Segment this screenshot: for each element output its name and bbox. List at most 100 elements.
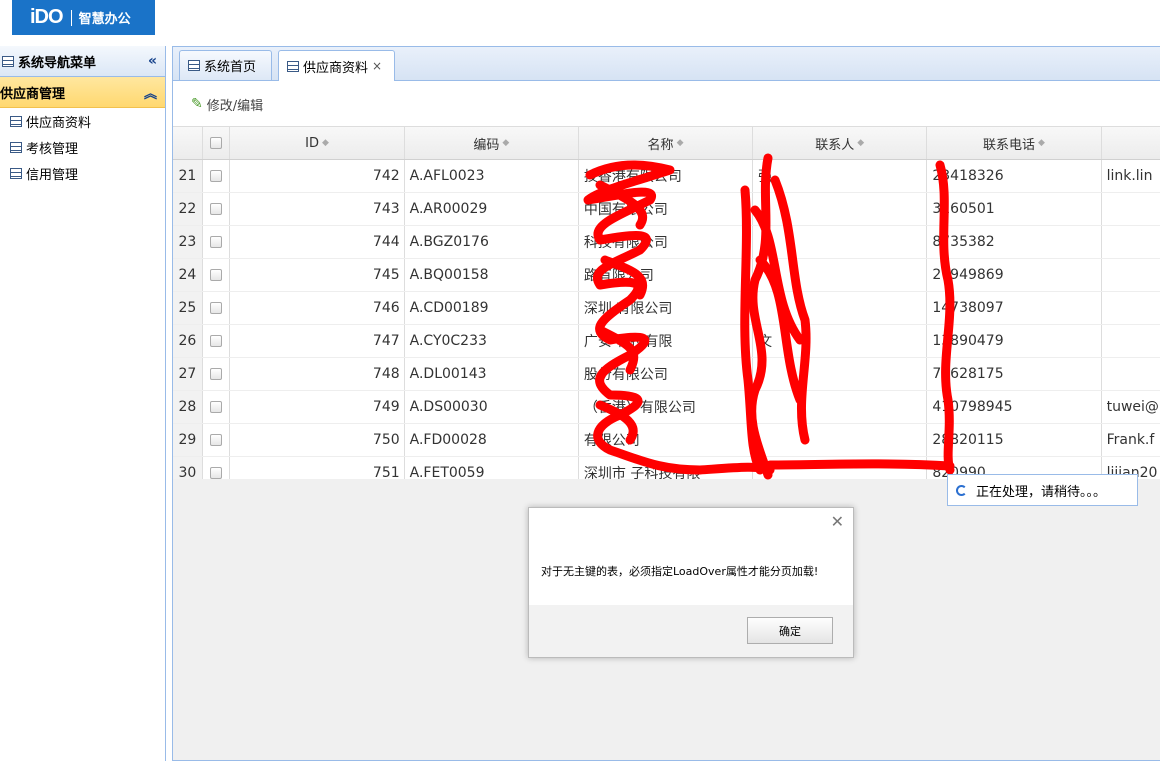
sort-icon: ◆ bbox=[857, 138, 865, 148]
select-all-checkbox-cell bbox=[203, 127, 231, 159]
table-row[interactable]: 29 750 A.FD00028 有限公司 28820115 Frank.f bbox=[173, 424, 1160, 457]
tab-label: 供应商资料 bbox=[303, 60, 369, 76]
sidebar-group-supplier[interactable]: 供应商管理 ︽ bbox=[0, 77, 165, 108]
row-checkbox[interactable] bbox=[210, 302, 223, 314]
row-checkbox[interactable] bbox=[210, 467, 223, 479]
sidebar-item-assessment[interactable]: 考核管理 bbox=[0, 134, 165, 160]
cell-email: tuwei@ bbox=[1106, 399, 1159, 415]
cell-email bbox=[1102, 193, 1160, 225]
cell-code: A.FD00028 bbox=[405, 424, 579, 456]
cell-phone: 410798945 bbox=[927, 391, 1102, 423]
row-checkbox-cell bbox=[203, 226, 231, 258]
table-row[interactable]: 25 746 A.CD00189 深圳 有限公司 14738097 bbox=[173, 292, 1160, 325]
sidebar-item-label: 信用管理 bbox=[26, 167, 79, 183]
column-header-phone[interactable]: 联系电话 ◆ bbox=[927, 127, 1102, 159]
menu-icon bbox=[2, 55, 14, 67]
row-number: 29 bbox=[173, 424, 203, 456]
cell-phone: 76628175 bbox=[927, 358, 1102, 390]
cell-id: 746 bbox=[230, 292, 405, 324]
table-row[interactable]: 24 745 A.BQ00158 路有限公司 27949869 bbox=[173, 259, 1160, 292]
sidebar: 系统导航菜单 « 供应商管理 ︽ 供应商资料 考核管理 信用管理 bbox=[0, 46, 166, 761]
cell-phone: 14738097 bbox=[927, 292, 1102, 324]
table-row[interactable]: 27 748 A.DL00143 股份有限公司 76628175 bbox=[173, 358, 1160, 391]
cell-code: A.AR00029 bbox=[405, 193, 579, 225]
row-checkbox-cell bbox=[203, 325, 231, 357]
cell-contact bbox=[753, 292, 928, 324]
column-header-contact[interactable]: 联系人 ◆ bbox=[753, 127, 928, 159]
cell-id: 744 bbox=[230, 226, 405, 258]
tab-supplier-info[interactable]: 供应商资料 × bbox=[278, 50, 395, 81]
tab-bar: 系统首页 供应商资料 × bbox=[173, 47, 1160, 81]
chevron-up-icon[interactable]: ︽ bbox=[144, 83, 157, 102]
cell-contact bbox=[753, 391, 928, 423]
cell-email bbox=[1102, 226, 1160, 258]
row-checkbox-cell bbox=[203, 259, 231, 291]
row-number: 23 bbox=[173, 226, 203, 258]
rownum-header bbox=[173, 127, 203, 159]
cell-name: 有限公司 bbox=[579, 424, 754, 456]
table-icon bbox=[188, 60, 200, 71]
table-row[interactable]: 26 747 A.CY0C233 广安 科技有限文 13890479 bbox=[173, 325, 1160, 358]
select-all-checkbox[interactable] bbox=[210, 137, 223, 149]
column-header-id[interactable]: ID ◆ bbox=[230, 127, 405, 159]
app-logo: iDO 智慧办公 bbox=[12, 0, 155, 35]
cell-code: A.DL00143 bbox=[405, 358, 579, 390]
row-checkbox[interactable] bbox=[210, 368, 223, 380]
row-checkbox[interactable] bbox=[210, 236, 223, 248]
column-header-name[interactable]: 名称 ◆ bbox=[579, 127, 754, 159]
cell-name: 技香港有限公司 bbox=[579, 160, 754, 192]
cell-id: 745 bbox=[230, 259, 405, 291]
cell-email: Frank.f bbox=[1106, 432, 1155, 448]
row-checkbox-cell bbox=[203, 292, 231, 324]
row-checkbox[interactable] bbox=[210, 335, 223, 347]
header-label: 联系人 bbox=[815, 137, 855, 153]
logo-mark: iDO bbox=[30, 6, 64, 28]
cell-name: 股份有限公司 bbox=[579, 358, 754, 390]
form-icon bbox=[10, 141, 22, 153]
tab-label: 系统首页 bbox=[204, 60, 257, 75]
cell-id: 748 bbox=[230, 358, 405, 390]
dialog-footer: 确定 bbox=[529, 605, 853, 657]
column-header-email[interactable] bbox=[1102, 127, 1160, 159]
ok-button[interactable]: 确定 bbox=[747, 617, 833, 644]
sort-icon: ◆ bbox=[1038, 138, 1045, 148]
cell-id: 747 bbox=[230, 325, 405, 357]
cell-code: A.BGZ0176 bbox=[405, 226, 579, 258]
row-number: 24 bbox=[173, 259, 203, 291]
table-row[interactable]: 23 744 A.BGZ0176 科技有限公司 8735382 bbox=[173, 226, 1160, 259]
row-checkbox-cell bbox=[203, 391, 231, 423]
row-checkbox[interactable] bbox=[210, 203, 223, 215]
row-checkbox-cell bbox=[203, 424, 231, 456]
tab-home[interactable]: 系统首页 bbox=[179, 50, 272, 80]
table-row[interactable]: 22 743 A.AR00029 中国有限公司 3160501 bbox=[173, 193, 1160, 226]
cell-code: A.CY0C233 bbox=[405, 325, 579, 357]
cell-phone: 23418326 bbox=[927, 160, 1102, 192]
cell-name: 科技有限公司 bbox=[579, 226, 754, 258]
row-number: 28 bbox=[173, 391, 203, 423]
header-label: 名称 bbox=[647, 137, 674, 153]
cell-contact bbox=[753, 259, 928, 291]
row-checkbox[interactable] bbox=[210, 401, 223, 413]
sidebar-item-supplier-info[interactable]: 供应商资料 bbox=[0, 108, 165, 134]
cell-name: 路有限公司 bbox=[579, 259, 754, 291]
sidebar-item-credit[interactable]: 信用管理 bbox=[0, 160, 165, 186]
cell-phone: 8735382 bbox=[927, 226, 1102, 258]
header-label: ID bbox=[305, 135, 320, 151]
table-row[interactable]: 28 749 A.DS00030 （香港）有限公司 410798945 tuwei@ bbox=[173, 391, 1160, 424]
table-row[interactable]: 21 742 A.AFL0023 技香港有限公司强 23418326 link.lin bbox=[173, 160, 1160, 193]
row-checkbox-cell bbox=[203, 160, 231, 192]
collapse-sidebar-icon[interactable]: « bbox=[148, 53, 157, 69]
row-checkbox[interactable] bbox=[210, 269, 223, 281]
row-number: 26 bbox=[173, 325, 203, 357]
sidebar-title: 系统导航菜单 bbox=[18, 55, 97, 71]
sort-icon: ◆ bbox=[502, 138, 510, 148]
edit-button[interactable]: 修改/编辑 bbox=[207, 95, 263, 114]
close-icon[interactable]: ✕ bbox=[831, 512, 844, 531]
row-checkbox[interactable] bbox=[210, 170, 223, 182]
row-checkbox[interactable] bbox=[210, 434, 223, 446]
sidebar-group-label: 供应商管理 bbox=[0, 86, 66, 102]
close-icon[interactable]: × bbox=[372, 59, 382, 73]
sort-icon: ◆ bbox=[322, 138, 329, 148]
spinner-icon bbox=[956, 484, 967, 496]
column-header-code[interactable]: 编码 ◆ bbox=[405, 127, 579, 159]
